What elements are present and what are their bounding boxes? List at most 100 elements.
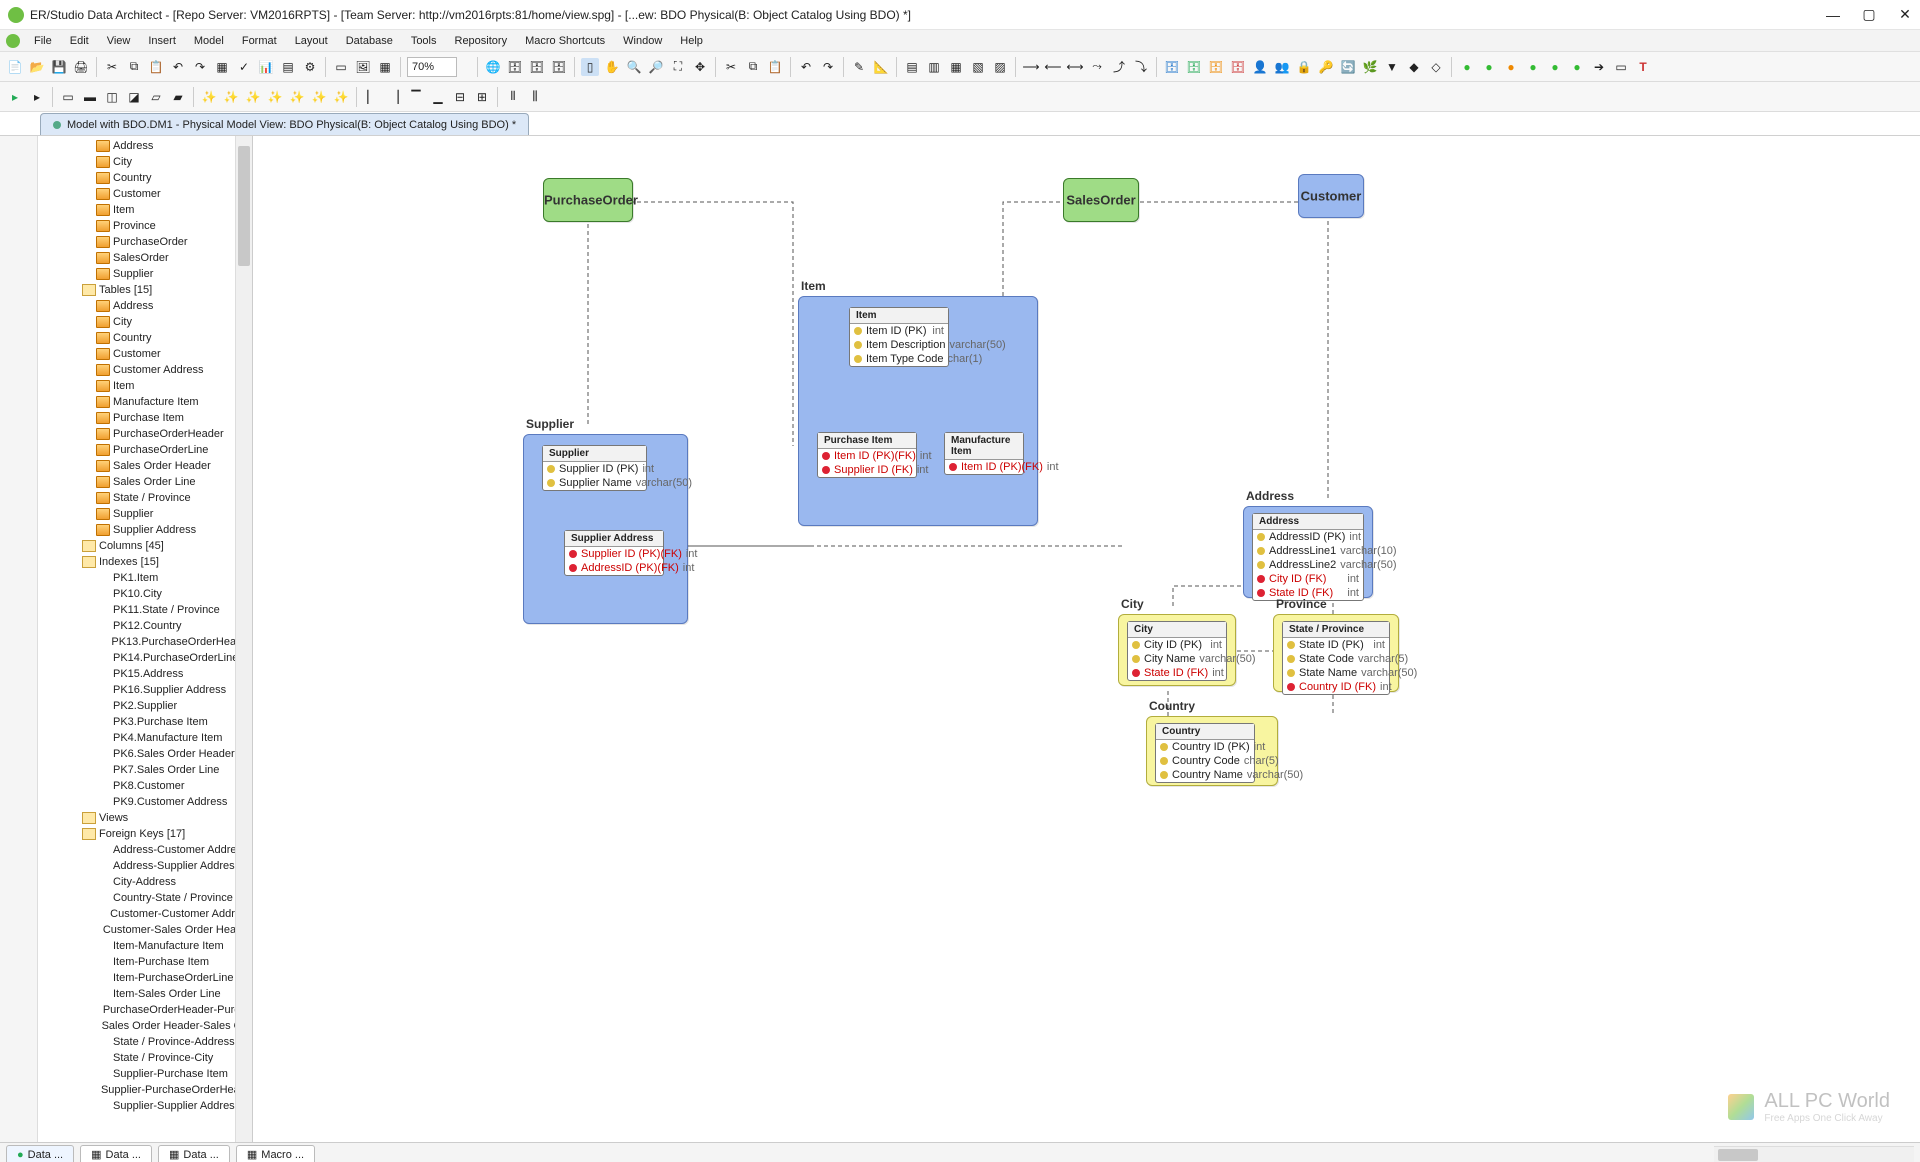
db3-icon[interactable]: 🗄: [550, 58, 568, 76]
dist-h-icon[interactable]: ⫴: [504, 88, 522, 106]
print-icon[interactable]: 🖨: [72, 58, 90, 76]
tree-node[interactable]: Customer-Sales Order Header: [38, 922, 252, 938]
entity-purchase-order[interactable]: PurchaseOrder: [543, 178, 633, 222]
table-address[interactable]: AddressAddressID (PK)intAddressLine1varc…: [1252, 513, 1364, 601]
table-row[interactable]: City Namevarchar(50): [1128, 652, 1226, 666]
table-row[interactable]: State ID (PK)int: [1283, 638, 1389, 652]
table-icon[interactable]: ▤: [279, 58, 297, 76]
tree-node[interactable]: Address-Supplier Address: [38, 858, 252, 874]
sync-icon[interactable]: 🔄: [1339, 58, 1357, 76]
fit-icon[interactable]: ⛶: [669, 58, 687, 76]
tree-node[interactable]: PurchaseOrderHeader-Purcha: [38, 1002, 252, 1018]
db2-icon[interactable]: 🗄: [528, 58, 546, 76]
zoom-input[interactable]: [407, 57, 457, 77]
tree-node[interactable]: Item-Sales Order Line: [38, 986, 252, 1002]
table-row[interactable]: Item ID (PK)int: [850, 324, 948, 338]
tree-node[interactable]: PK14.PurchaseOrderLine: [38, 650, 252, 666]
table-row[interactable]: Item Descriptionvarchar(50): [850, 338, 948, 352]
color5-icon[interactable]: ●: [1546, 58, 1564, 76]
table-city[interactable]: CityCity ID (PK)intCity Namevarchar(50)S…: [1127, 621, 1227, 681]
color3-icon[interactable]: ●: [1502, 58, 1520, 76]
db-red-icon[interactable]: 🗄: [1229, 58, 1247, 76]
table-row[interactable]: State Codevarchar(5): [1283, 652, 1389, 666]
tree-node[interactable]: Customer: [38, 186, 252, 202]
panel1-icon[interactable]: ▤: [903, 58, 921, 76]
users-icon[interactable]: 👥: [1273, 58, 1291, 76]
gen1-icon[interactable]: ▸: [6, 88, 24, 106]
table-item[interactable]: ItemItem ID (PK)intItem Descriptionvarch…: [849, 307, 949, 367]
fmt3-icon[interactable]: ◫: [103, 88, 121, 106]
fmt5-icon[interactable]: ▱: [147, 88, 165, 106]
hand-icon[interactable]: ✋: [603, 58, 621, 76]
redo-icon[interactable]: ↷: [191, 58, 209, 76]
panel3-icon[interactable]: ▦: [947, 58, 965, 76]
table-row[interactable]: Supplier ID (PK)(FK)int: [565, 547, 663, 561]
entity-province[interactable]: Province State / ProvinceState ID (PK)in…: [1273, 614, 1399, 692]
align-vcenter-icon[interactable]: ⊞: [473, 88, 491, 106]
menu-repository[interactable]: Repository: [447, 33, 516, 49]
redo2-icon[interactable]: ↷: [819, 58, 837, 76]
table-row[interactable]: AddressID (PK)(FK)int: [565, 561, 663, 575]
tree-node[interactable]: PK11.State / Province: [38, 602, 252, 618]
tree-node[interactable]: PK9.Customer Address: [38, 794, 252, 810]
cut2-icon[interactable]: ✂: [722, 58, 740, 76]
tree-node[interactable]: PK3.Purchase Item: [38, 714, 252, 730]
entity-city[interactable]: City CityCity ID (PK)intCity Namevarchar…: [1118, 614, 1236, 686]
gen2-icon[interactable]: ▸: [28, 88, 46, 106]
menu-model[interactable]: Model: [186, 33, 232, 49]
tree-node[interactable]: City: [38, 154, 252, 170]
menu-window[interactable]: Window: [615, 33, 670, 49]
wiz2-icon[interactable]: ✨: [222, 88, 240, 106]
zoomin-icon[interactable]: 🔍: [625, 58, 643, 76]
table-row[interactable]: AddressID (PK)int: [1253, 530, 1363, 544]
tree-node[interactable]: Supplier: [38, 266, 252, 282]
db-orange-icon[interactable]: 🗄: [1207, 58, 1225, 76]
lock-icon[interactable]: 🔒: [1295, 58, 1313, 76]
tree-node[interactable]: Item-PurchaseOrderLine: [38, 970, 252, 986]
table-row[interactable]: Country Codechar(5): [1156, 754, 1254, 768]
tree-node[interactable]: City: [38, 314, 252, 330]
misc2-icon[interactable]: ◇: [1427, 58, 1445, 76]
horizontal-scrollbar[interactable]: [1714, 1146, 1914, 1162]
table-row[interactable]: State ID (FK)int: [1128, 666, 1226, 680]
tree-node[interactable]: PurchaseOrder: [38, 234, 252, 250]
menu-macro-shortcuts[interactable]: Macro Shortcuts: [517, 33, 613, 49]
tree-node[interactable]: SalesOrder: [38, 250, 252, 266]
tree-node[interactable]: Country: [38, 170, 252, 186]
close-button[interactable]: ✕: [1898, 8, 1912, 22]
system-menu-icon[interactable]: [6, 34, 20, 48]
grid-icon[interactable]: ▦: [213, 58, 231, 76]
tree-node[interactable]: City-Address: [38, 874, 252, 890]
save-icon[interactable]: 💾: [50, 58, 68, 76]
tree-node[interactable]: Foreign Keys [17]: [38, 826, 252, 842]
table-supplier[interactable]: SupplierSupplier ID (PK)intSupplier Name…: [542, 445, 647, 491]
entity-customer[interactable]: Customer: [1298, 174, 1364, 218]
text-icon[interactable]: T: [1634, 58, 1652, 76]
tree-node[interactable]: Country-State / Province: [38, 890, 252, 906]
open-icon[interactable]: 📂: [28, 58, 46, 76]
tree-node[interactable]: Address-Customer Address: [38, 842, 252, 858]
report-icon[interactable]: 📊: [257, 58, 275, 76]
undo-icon[interactable]: ↶: [169, 58, 187, 76]
tree-scrollbar[interactable]: [235, 136, 252, 1142]
menu-insert[interactable]: Insert: [140, 33, 184, 49]
pencil-icon[interactable]: ✎: [850, 58, 868, 76]
entity-sales-order[interactable]: SalesOrder: [1063, 178, 1139, 222]
table-row[interactable]: Item Type Codechar(1): [850, 352, 948, 366]
table-row[interactable]: City ID (FK)int: [1253, 572, 1363, 586]
tree-node[interactable]: Supplier: [38, 506, 252, 522]
tree-node[interactable]: Purchase Item: [38, 410, 252, 426]
wiz3-icon[interactable]: ✨: [244, 88, 262, 106]
filter-icon[interactable]: ▼: [1383, 58, 1401, 76]
tree-node[interactable]: PK15.Address: [38, 666, 252, 682]
table-row[interactable]: Country Namevarchar(50): [1156, 768, 1254, 782]
menu-file[interactable]: File: [26, 33, 60, 49]
maximize-button[interactable]: ▢: [1862, 8, 1876, 22]
tree-node[interactable]: Supplier-Supplier Address: [38, 1098, 252, 1114]
box-icon[interactable]: ▭: [1612, 58, 1630, 76]
dist-v-icon[interactable]: ⫼: [526, 88, 544, 106]
menu-edit[interactable]: Edit: [62, 33, 97, 49]
tree-node[interactable]: PurchaseOrderLine: [38, 442, 252, 458]
tree-node[interactable]: PK13.PurchaseOrderHeader: [38, 634, 252, 650]
tree-node[interactable]: Address: [38, 138, 252, 154]
